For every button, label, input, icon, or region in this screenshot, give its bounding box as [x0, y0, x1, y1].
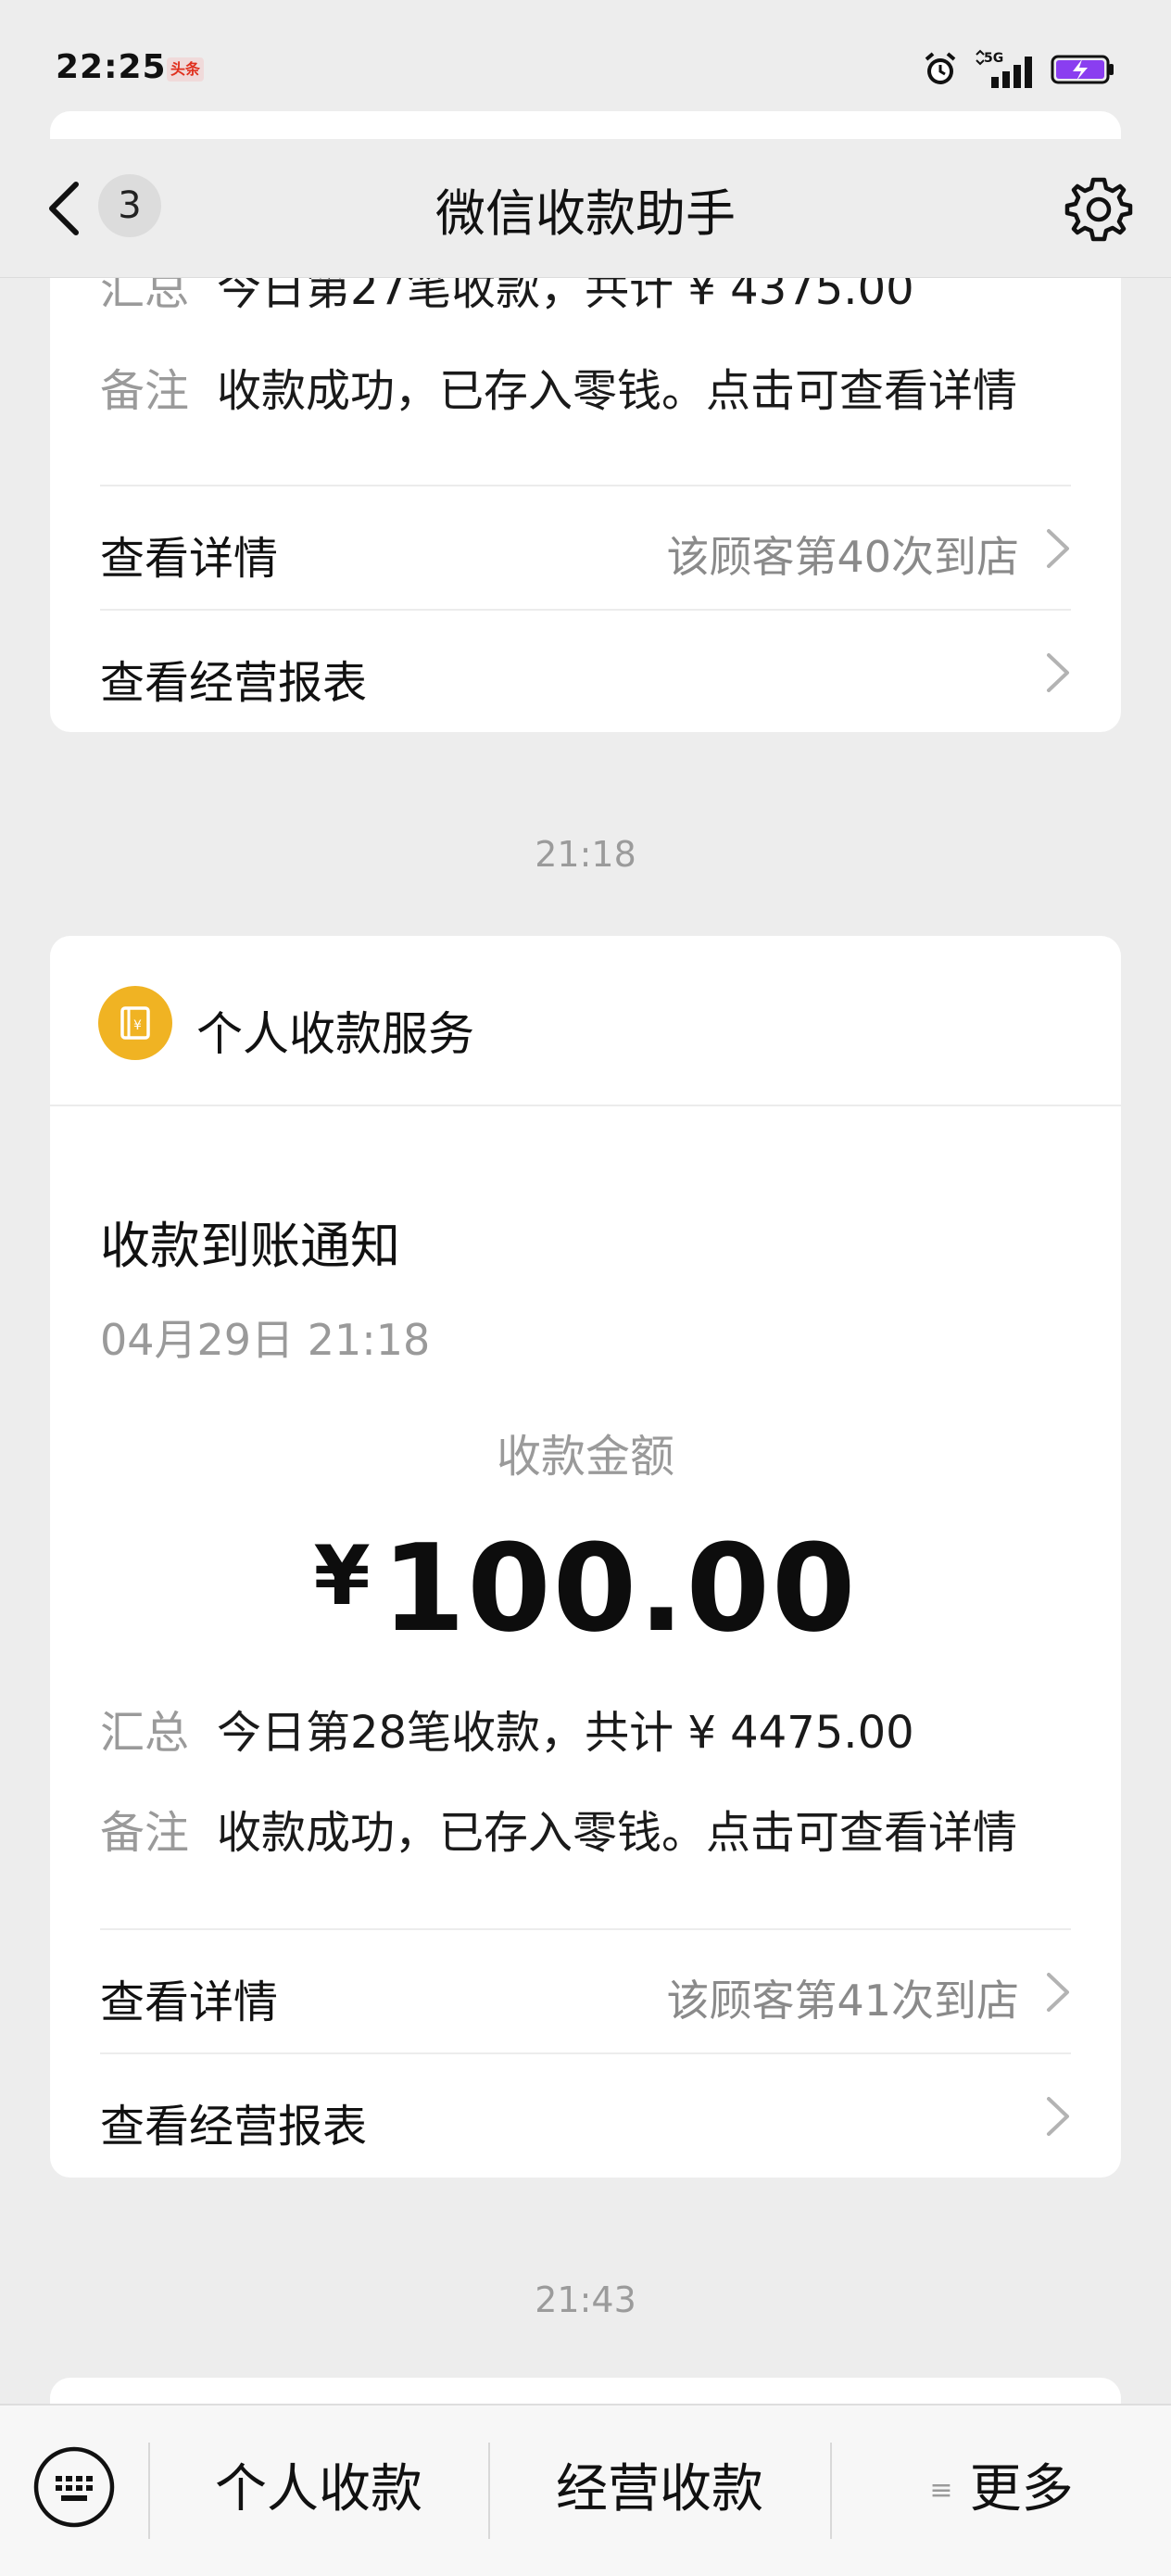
menu-business-payment[interactable]: 经营收款 — [490, 2448, 829, 2532]
service-name: 个人收款服务 — [196, 1007, 474, 1061]
chevron-right-icon — [1047, 653, 1069, 692]
menu-personal-payment[interactable]: 个人收款 — [150, 2448, 487, 2532]
view-details-row[interactable]: 查看详情 该顾客第41次到店 — [50, 1930, 1121, 2052]
payment-amount: ¥100.00 — [50, 1518, 1121, 1659]
bottom-menu-bar: 个人收款 经营收款 ≡ 更多 — [0, 2404, 1171, 2576]
view-report-label: 查看经营报表 — [100, 657, 368, 709]
view-report-row[interactable]: 查看经营报表 — [50, 2054, 1121, 2177]
message-timestamp: 21:43 — [535, 2279, 636, 2320]
chevron-right-icon — [1047, 1973, 1069, 2012]
visit-count-hint: 该顾客第41次到店 — [666, 1976, 1019, 2026]
view-report-label: 查看经营报表 — [100, 2101, 368, 2153]
amount-label: 收款金额 — [496, 1431, 674, 1483]
news-app-badge: 头条 — [167, 57, 204, 82]
amount-value: 100.00 — [381, 1518, 858, 1659]
service-header[interactable]: ¥ 个人收款服务 — [50, 936, 1121, 1106]
summary-row: 汇总 今日第28笔收款，共计 ¥ 4475.00 — [100, 1696, 914, 1761]
visit-count-hint: 该顾客第40次到店 — [666, 532, 1019, 582]
payment-notification-card[interactable]: ¥ 个人收款服务 收款到账通知 04月29日 21:18 收款金额 ¥100.0… — [50, 936, 1121, 2178]
submenu-lines-icon: ≡ — [929, 2474, 953, 2507]
note-row: 备注 收款成功，已存入零钱。点击可查看详情 — [100, 354, 1017, 419]
nav-bar: 3 微信收款助手 — [0, 139, 1171, 278]
keyboard-icon — [33, 2446, 115, 2528]
keyboard-toggle-button[interactable] — [31, 2444, 117, 2530]
chevron-right-icon — [1047, 529, 1069, 568]
alarm-icon — [925, 52, 956, 84]
svg-text:¥: ¥ — [133, 1018, 142, 1033]
svg-text:5G: 5G — [984, 51, 1003, 66]
summary-value: 今日第28笔收款，共计 ¥ 4475.00 — [217, 1707, 914, 1759]
wallet-yen-icon: ¥ — [120, 1006, 150, 1040]
notice-title: 收款到账通知 — [100, 1217, 400, 1275]
menu-more-label: 更多 — [969, 2459, 1074, 2519]
payment-service-logo: ¥ — [98, 986, 172, 1060]
page-title: 微信收款助手 — [435, 184, 736, 243]
note-key: 备注 — [100, 365, 190, 417]
chevron-right-icon — [1047, 2097, 1069, 2136]
gear-icon — [1064, 177, 1133, 242]
currency-symbol: ¥ — [313, 1528, 372, 1623]
summary-key: 汇总 — [100, 1707, 190, 1759]
view-details-label: 查看详情 — [100, 533, 279, 585]
status-time: 22:25 — [56, 48, 167, 86]
note-row: 备注 收款成功，已存入零钱。点击可查看详情 — [100, 1796, 1017, 1861]
view-report-row[interactable]: 查看经营报表 — [50, 611, 1121, 732]
note-value: 收款成功，已存入零钱。点击可查看详情 — [217, 1807, 1018, 1859]
signal-5g-icon: 5G — [976, 49, 1032, 88]
menu-more[interactable]: ≡ 更多 — [832, 2448, 1171, 2532]
message-timestamp: 21:18 — [535, 834, 636, 875]
battery-icon — [1051, 55, 1114, 84]
view-details-label: 查看详情 — [100, 1976, 279, 2028]
note-value: 收款成功，已存入零钱。点击可查看详情 — [217, 365, 1018, 417]
notice-date: 04月29日 21:18 — [100, 1315, 431, 1365]
status-icons: 5G — [921, 46, 1115, 93]
settings-button[interactable] — [1062, 172, 1136, 246]
screen: 22:25 头条 5G 3 微信收款助手 汇总 今日第27笔收款，共计 ¥ 43… — [0, 0, 1171, 2576]
note-key: 备注 — [100, 1807, 190, 1859]
view-details-row[interactable]: 查看详情 该顾客第40次到店 — [50, 486, 1121, 609]
